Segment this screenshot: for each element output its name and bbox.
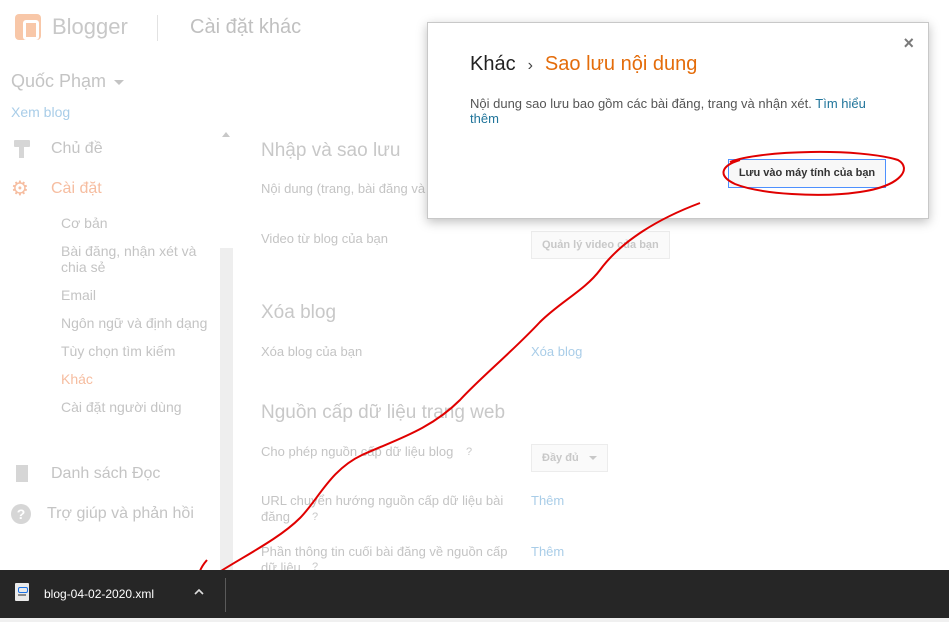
blog-selector[interactable]: Quốc Phạm (11, 71, 125, 92)
save-to-computer-button[interactable]: Lưu vào máy tính của bạn (728, 159, 886, 188)
breadcrumb-current: Sao lưu nội dung (544, 53, 698, 75)
scroll-up-icon[interactable] (222, 132, 230, 137)
close-icon[interactable]: × (903, 33, 914, 54)
sidebar-item-label: Chủ đề (51, 140, 103, 157)
sidebar-scrollbar[interactable] (220, 132, 233, 608)
feed-mode-value: Đầy đủ (542, 452, 579, 464)
gear-icon: ⚙ (11, 178, 29, 200)
chevron-up-icon[interactable] (194, 587, 204, 597)
settings-sub-search[interactable]: Tùy chọn tìm kiếm (61, 343, 175, 359)
feed-redirect-add-link[interactable]: Thêm (531, 493, 564, 508)
feed-redirect-label: URL chuyển hướng nguồn cấp dữ liệu bài đ… (261, 493, 504, 524)
backup-content-dialog: × Khác › Sao lưu nội dung Nội dung sao l… (427, 22, 929, 219)
help-icon: ? (11, 504, 31, 524)
allow-feed-label: Cho phép nguồn cấp dữ liệu blog (261, 444, 454, 459)
chevron-down-icon (588, 456, 597, 461)
section-title-feed: Nguồn cấp dữ liệu trang web (261, 402, 506, 423)
sidebar-item-reading-list[interactable]: Danh sách Đọc (11, 464, 160, 484)
settings-sub-language[interactable]: Ngôn ngữ và định dạng (61, 315, 207, 331)
view-blog-link[interactable]: Xem blog (11, 104, 70, 120)
section-title-delete-blog: Xóa blog (261, 302, 337, 323)
dialog-description: Nội dung sao lưu bao gồm các bài đăng, t… (470, 96, 890, 126)
settings-sub-other[interactable]: Khác (61, 371, 93, 387)
brand-name: Blogger (52, 14, 128, 39)
delete-blog-label: Xóa blog của bạn (261, 344, 363, 359)
post-feed-footer-add-link[interactable]: Thêm (531, 544, 564, 559)
blogger-logo-icon[interactable] (15, 14, 41, 40)
scroll-thumb[interactable] (220, 248, 233, 608)
sidebar-item-settings[interactable]: ⚙ Cài đặt (11, 179, 102, 199)
sidebar-item-label: Danh sách Đọc (51, 465, 161, 482)
blog-owner-name: Quốc Phạm (11, 71, 107, 91)
section-title-import-backup: Nhập và sao lưu (261, 140, 401, 161)
help-icon[interactable]: ? (312, 511, 318, 523)
bookmark-icon (11, 464, 35, 484)
download-item-divider (225, 578, 226, 612)
header-divider (157, 15, 158, 41)
dialog-breadcrumb: Khác › Sao lưu nội dung (470, 53, 697, 76)
settings-sub-posts[interactable]: Bài đăng, nhận xét và chia sẻ (61, 243, 211, 275)
settings-sub-users[interactable]: Cài đặt người dùng (61, 399, 182, 415)
settings-sub-basic[interactable]: Cơ bản (61, 215, 108, 231)
downloaded-file-name[interactable]: blog-04-02-2020.xml (44, 587, 154, 601)
sidebar-item-label: Trợ giúp và phản hồi (47, 505, 194, 522)
chevron-down-icon (114, 79, 125, 85)
taskbar-edge (0, 618, 949, 622)
settings-sub-email[interactable]: Email (61, 287, 96, 303)
delete-blog-link[interactable]: Xóa blog (531, 344, 582, 359)
video-label: Video từ blog của bạn (261, 231, 389, 246)
manage-videos-button[interactable]: Quản lý video của bạn (531, 231, 670, 259)
xml-file-icon (15, 583, 29, 601)
sidebar-item-theme[interactable]: Chủ đề (11, 139, 103, 159)
page-title: Cài đặt khác (190, 16, 302, 38)
breadcrumb-root: Khác (470, 53, 516, 75)
paint-roller-icon (11, 139, 35, 159)
feed-mode-dropdown[interactable]: Đầy đủ (531, 444, 608, 472)
dialog-body-text: Nội dung sao lưu bao gồm các bài đăng, t… (470, 96, 812, 111)
help-icon[interactable]: ? (466, 446, 472, 458)
sidebar-item-label: Cài đặt (51, 180, 102, 197)
download-bar: blog-04-02-2020.xml (0, 570, 949, 622)
breadcrumb-separator: › (527, 57, 533, 74)
sidebar-item-help[interactable]: ? Trợ giúp và phản hồi (11, 504, 194, 524)
